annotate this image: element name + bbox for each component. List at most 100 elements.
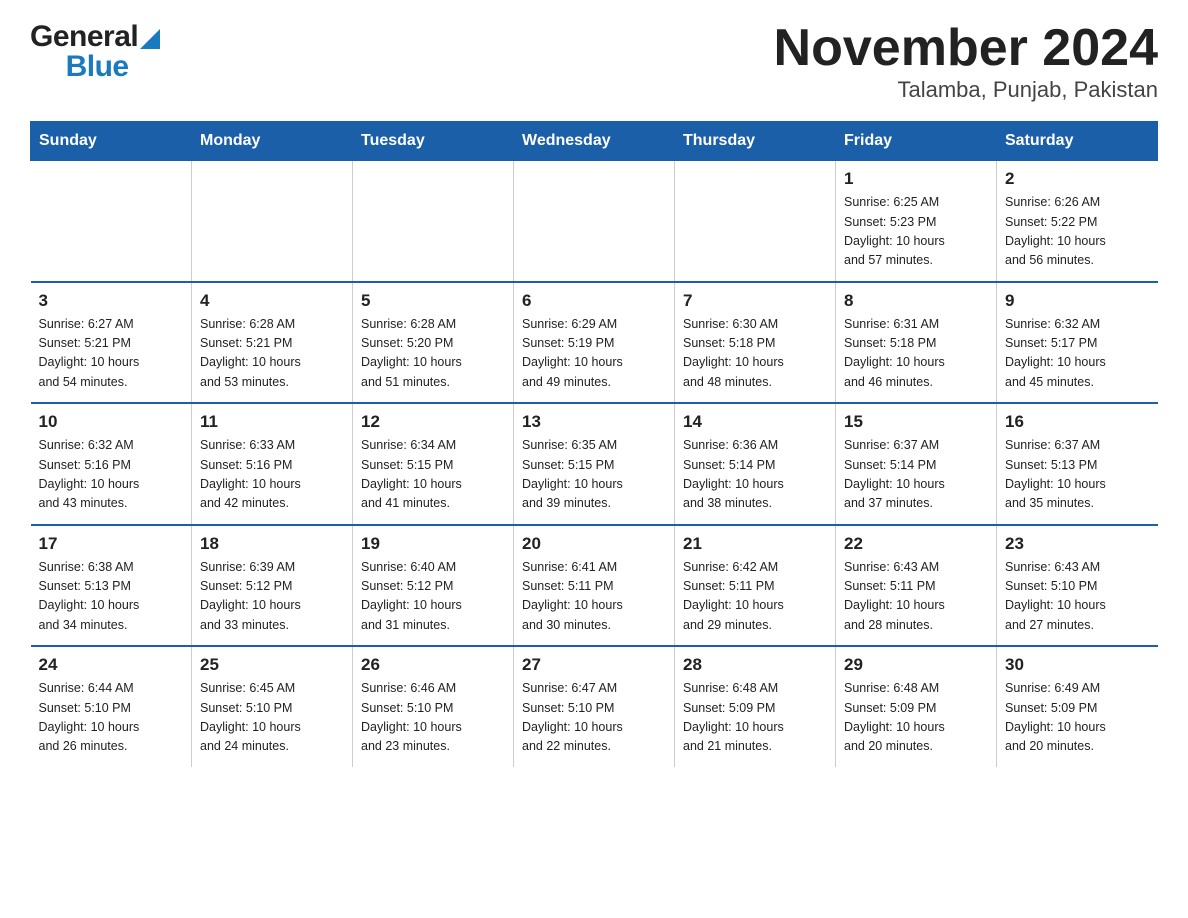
logo: General Blue [30, 20, 160, 84]
table-row: 10 Sunrise: 6:32 AMSunset: 5:16 PMDayligh… [31, 403, 192, 525]
day-number: 6 [522, 291, 666, 311]
page-title: November 2024 [774, 20, 1158, 77]
table-row: 20 Sunrise: 6:41 AMSunset: 5:11 PMDayligh… [514, 525, 675, 647]
logo-arrow-icon [140, 29, 160, 49]
calendar-week-row: 24 Sunrise: 6:44 AMSunset: 5:10 PMDayligh… [31, 646, 1158, 767]
table-row: 17 Sunrise: 6:38 AMSunset: 5:13 PMDayligh… [31, 525, 192, 647]
day-info: Sunrise: 6:42 AMSunset: 5:11 PMDaylight:… [683, 558, 827, 636]
header-tuesday: Tuesday [353, 122, 514, 161]
page-subtitle: Talamba, Punjab, Pakistan [774, 77, 1158, 103]
table-row: 21 Sunrise: 6:42 AMSunset: 5:11 PMDayligh… [675, 525, 836, 647]
table-row: 3 Sunrise: 6:27 AMSunset: 5:21 PMDaylight… [31, 282, 192, 404]
table-row: 8Sunrise: 6:31 AMSunset: 5:18 PMDaylight… [836, 282, 997, 404]
table-row: 16 Sunrise: 6:37 AMSunset: 5:13 PMDayligh… [997, 403, 1158, 525]
table-row: 11 Sunrise: 6:33 AMSunset: 5:16 PMDayligh… [192, 403, 353, 525]
day-number: 12 [361, 412, 505, 432]
day-info: Sunrise: 6:31 AMSunset: 5:18 PMDaylight:… [844, 315, 988, 393]
table-row: 18 Sunrise: 6:39 AMSunset: 5:12 PMDayligh… [192, 525, 353, 647]
table-row: 26 Sunrise: 6:46 AMSunset: 5:10 PMDayligh… [353, 646, 514, 767]
day-info: Sunrise: 6:44 AMSunset: 5:10 PMDaylight:… [39, 679, 184, 757]
header-monday: Monday [192, 122, 353, 161]
table-row: 1 Sunrise: 6:25 AMSunset: 5:23 PMDaylight… [836, 161, 997, 282]
table-row: 27 Sunrise: 6:47 AMSunset: 5:10 PMDayligh… [514, 646, 675, 767]
day-info: Sunrise: 6:27 AMSunset: 5:21 PMDaylight:… [39, 315, 184, 393]
page-header: General Blue November 2024 Talamba, Punj… [30, 20, 1158, 103]
calendar-week-row: 10 Sunrise: 6:32 AMSunset: 5:16 PMDayligh… [31, 403, 1158, 525]
header-thursday: Thursday [675, 122, 836, 161]
day-info: Sunrise: 6:26 AMSunset: 5:22 PMDaylight:… [1005, 193, 1150, 271]
day-info: Sunrise: 6:37 AMSunset: 5:14 PMDaylight:… [844, 436, 988, 514]
calendar-week-row: 17 Sunrise: 6:38 AMSunset: 5:13 PMDayligh… [31, 525, 1158, 647]
calendar-week-row: 3 Sunrise: 6:27 AMSunset: 5:21 PMDaylight… [31, 282, 1158, 404]
day-number: 14 [683, 412, 827, 432]
header-sunday: Sunday [31, 122, 192, 161]
day-info: Sunrise: 6:33 AMSunset: 5:16 PMDaylight:… [200, 436, 344, 514]
day-info: Sunrise: 6:40 AMSunset: 5:12 PMDaylight:… [361, 558, 505, 636]
day-number: 17 [39, 534, 184, 554]
day-number: 9 [1005, 291, 1150, 311]
table-row: 15 Sunrise: 6:37 AMSunset: 5:14 PMDayligh… [836, 403, 997, 525]
table-row: 9 Sunrise: 6:32 AMSunset: 5:17 PMDaylight… [997, 282, 1158, 404]
day-info: Sunrise: 6:45 AMSunset: 5:10 PMDaylight:… [200, 679, 344, 757]
day-info: Sunrise: 6:43 AMSunset: 5:11 PMDaylight:… [844, 558, 988, 636]
day-number: 21 [683, 534, 827, 554]
day-number: 27 [522, 655, 666, 675]
table-row [31, 161, 192, 282]
day-info: Sunrise: 6:46 AMSunset: 5:10 PMDaylight:… [361, 679, 505, 757]
day-info: Sunrise: 6:28 AMSunset: 5:21 PMDaylight:… [200, 315, 344, 393]
day-info: Sunrise: 6:28 AMSunset: 5:20 PMDaylight:… [361, 315, 505, 393]
day-number: 25 [200, 655, 344, 675]
calendar-table: Sunday Monday Tuesday Wednesday Thursday… [30, 121, 1158, 767]
day-number: 4 [200, 291, 344, 311]
day-number: 1 [844, 169, 988, 189]
table-row: 28Sunrise: 6:48 AMSunset: 5:09 PMDayligh… [675, 646, 836, 767]
day-number: 23 [1005, 534, 1150, 554]
table-row: 4 Sunrise: 6:28 AMSunset: 5:21 PMDaylight… [192, 282, 353, 404]
day-info: Sunrise: 6:34 AMSunset: 5:15 PMDaylight:… [361, 436, 505, 514]
day-number: 2 [1005, 169, 1150, 189]
table-row: 12 Sunrise: 6:34 AMSunset: 5:15 PMDayligh… [353, 403, 514, 525]
table-row: 14Sunrise: 6:36 AMSunset: 5:14 PMDayligh… [675, 403, 836, 525]
table-row: 22 Sunrise: 6:43 AMSunset: 5:11 PMDayligh… [836, 525, 997, 647]
table-row [353, 161, 514, 282]
day-info: Sunrise: 6:37 AMSunset: 5:13 PMDaylight:… [1005, 436, 1150, 514]
header-wednesday: Wednesday [514, 122, 675, 161]
day-info: Sunrise: 6:48 AMSunset: 5:09 PMDaylight:… [844, 679, 988, 757]
header-friday: Friday [836, 122, 997, 161]
day-info: Sunrise: 6:39 AMSunset: 5:12 PMDaylight:… [200, 558, 344, 636]
day-info: Sunrise: 6:35 AMSunset: 5:15 PMDaylight:… [522, 436, 666, 514]
day-number: 16 [1005, 412, 1150, 432]
day-info: Sunrise: 6:30 AMSunset: 5:18 PMDaylight:… [683, 315, 827, 393]
day-info: Sunrise: 6:29 AMSunset: 5:19 PMDaylight:… [522, 315, 666, 393]
table-row: 13 Sunrise: 6:35 AMSunset: 5:15 PMDayligh… [514, 403, 675, 525]
table-row: 2 Sunrise: 6:26 AMSunset: 5:22 PMDaylight… [997, 161, 1158, 282]
day-info: Sunrise: 6:25 AMSunset: 5:23 PMDaylight:… [844, 193, 988, 271]
day-info: Sunrise: 6:32 AMSunset: 5:17 PMDaylight:… [1005, 315, 1150, 393]
day-number: 24 [39, 655, 184, 675]
logo-general-text: General [30, 20, 138, 54]
day-number: 30 [1005, 655, 1150, 675]
day-number: 15 [844, 412, 988, 432]
day-number: 28 [683, 655, 827, 675]
day-number: 18 [200, 534, 344, 554]
day-info: Sunrise: 6:32 AMSunset: 5:16 PMDaylight:… [39, 436, 184, 514]
day-info: Sunrise: 6:47 AMSunset: 5:10 PMDaylight:… [522, 679, 666, 757]
day-number: 20 [522, 534, 666, 554]
day-number: 22 [844, 534, 988, 554]
table-row [192, 161, 353, 282]
day-number: 7 [683, 291, 827, 311]
day-number: 13 [522, 412, 666, 432]
calendar-week-row: 1 Sunrise: 6:25 AMSunset: 5:23 PMDaylight… [31, 161, 1158, 282]
day-number: 26 [361, 655, 505, 675]
title-block: November 2024 Talamba, Punjab, Pakistan [774, 20, 1158, 103]
day-info: Sunrise: 6:38 AMSunset: 5:13 PMDaylight:… [39, 558, 184, 636]
day-number: 11 [200, 412, 344, 432]
table-row: 24 Sunrise: 6:44 AMSunset: 5:10 PMDayligh… [31, 646, 192, 767]
day-number: 3 [39, 291, 184, 311]
day-number: 10 [39, 412, 184, 432]
header-saturday: Saturday [997, 122, 1158, 161]
day-info: Sunrise: 6:49 AMSunset: 5:09 PMDaylight:… [1005, 679, 1150, 757]
table-row: 29Sunrise: 6:48 AMSunset: 5:09 PMDayligh… [836, 646, 997, 767]
day-info: Sunrise: 6:41 AMSunset: 5:11 PMDaylight:… [522, 558, 666, 636]
table-row [514, 161, 675, 282]
